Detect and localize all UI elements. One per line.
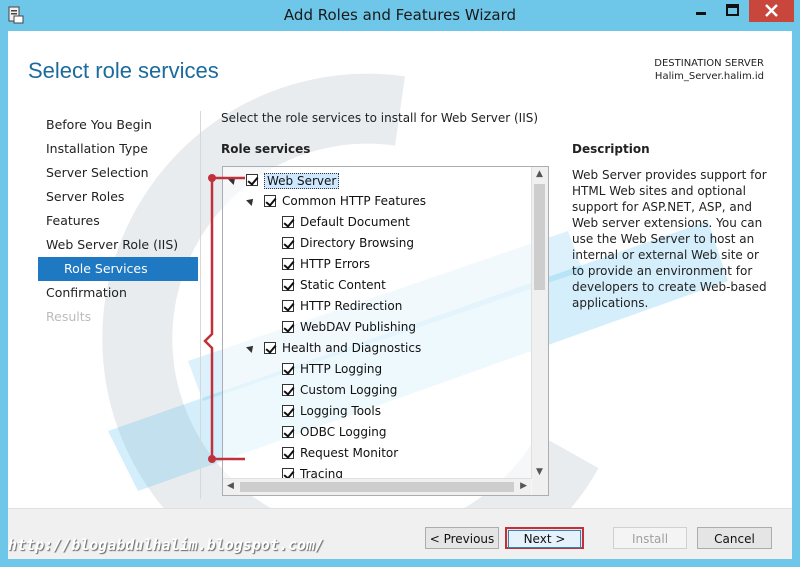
- tree-item-label[interactable]: Directory Browsing: [300, 236, 414, 250]
- tree-item-label[interactable]: Request Monitor: [300, 446, 398, 460]
- tree-item-label[interactable]: WebDAV Publishing: [300, 320, 416, 334]
- expand-collapse-icon[interactable]: [246, 343, 256, 353]
- window-title: Add Roles and Features Wizard: [283, 6, 517, 24]
- tree-row[interactable]: Default Document: [223, 213, 531, 234]
- tree-row[interactable]: Static Content: [223, 276, 531, 297]
- install-button: Install: [613, 527, 687, 549]
- tree-row[interactable]: HTTP Errors: [223, 255, 531, 276]
- tree-item-label[interactable]: Static Content: [300, 278, 386, 292]
- maximize-icon: [726, 4, 739, 16]
- tree-row[interactable]: Web Server: [223, 171, 531, 192]
- scroll-left-icon[interactable]: ◀: [227, 481, 234, 491]
- nav-item-before-you-begin[interactable]: Before You Begin: [38, 113, 198, 137]
- destination-server-label: DESTINATION SERVER: [654, 58, 764, 69]
- nav-item-installation-type[interactable]: Installation Type: [38, 137, 198, 161]
- nav-item-role-services[interactable]: Role Services: [38, 257, 198, 281]
- wizard-client-area: Select role services DESTINATION SERVER …: [8, 31, 792, 559]
- tree-item-label[interactable]: Default Document: [300, 215, 410, 229]
- nav-item-web-server-role[interactable]: Web Server Role (IIS): [38, 233, 198, 257]
- nav-item-confirmation[interactable]: Confirmation: [38, 281, 198, 305]
- tree-row[interactable]: Custom Logging: [223, 381, 531, 402]
- tree-row[interactable]: Directory Browsing: [223, 234, 531, 255]
- tree-item-label[interactable]: HTTP Redirection: [300, 299, 402, 313]
- blog-url-watermark: http://blogabdulhalim.blogspot.com/: [8, 536, 325, 554]
- tree-item-label[interactable]: Common HTTP Features: [282, 194, 426, 208]
- destination-server-info: DESTINATION SERVER Halim_Server.halim.id: [654, 57, 764, 83]
- tree-viewport: Web Server Common HTTP Features Default Do…: [223, 167, 531, 479]
- checkbox[interactable]: [282, 237, 294, 249]
- tree-row[interactable]: HTTP Redirection: [223, 297, 531, 318]
- horizontal-scrollbar[interactable]: ◀ ▶: [223, 478, 531, 495]
- checkbox[interactable]: [282, 279, 294, 291]
- maximize-button[interactable]: [717, 0, 749, 22]
- tree-row[interactable]: ODBC Logging: [223, 423, 531, 444]
- instruction-text: Select the role services to install for …: [221, 111, 539, 125]
- tree-row[interactable]: Request Monitor: [223, 444, 531, 465]
- nav-item-server-roles[interactable]: Server Roles: [38, 185, 198, 209]
- checkbox[interactable]: [282, 363, 294, 375]
- scrollbar-corner: [532, 479, 548, 495]
- tree-item-label[interactable]: HTTP Errors: [300, 257, 370, 271]
- expand-collapse-icon[interactable]: [246, 196, 256, 206]
- checkbox[interactable]: [282, 300, 294, 312]
- minimize-button[interactable]: [685, 0, 717, 22]
- tree-item-label[interactable]: HTTP Logging: [300, 362, 382, 376]
- tree-row[interactable]: Logging Tools: [223, 402, 531, 423]
- tree-row[interactable]: Health and Diagnostics: [223, 339, 531, 360]
- scroll-right-icon[interactable]: ▶: [520, 481, 527, 491]
- checkbox[interactable]: [282, 426, 294, 438]
- checkbox[interactable]: [246, 174, 258, 186]
- tree-item-label[interactable]: Custom Logging: [300, 383, 397, 397]
- description-text: Web Server provides support for HTML Web…: [572, 168, 767, 310]
- role-services-tree[interactable]: Web Server Common HTTP Features Default Do…: [222, 166, 549, 496]
- vertical-scrollbar[interactable]: ▲ ▼: [531, 167, 548, 479]
- checkbox[interactable]: [282, 321, 294, 333]
- scroll-down-icon[interactable]: ▼: [536, 467, 543, 477]
- close-icon: [765, 4, 778, 17]
- nav-item-results: Results: [46, 309, 92, 324]
- horizontal-scroll-thumb[interactable]: [240, 482, 514, 492]
- scroll-up-icon[interactable]: ▲: [536, 169, 543, 179]
- checkbox[interactable]: [282, 384, 294, 396]
- tree-row[interactable]: WebDAV Publishing: [223, 318, 531, 339]
- title-bar: Add Roles and Features Wizard: [0, 0, 800, 31]
- minimize-icon: [696, 12, 706, 15]
- tree-item-label[interactable]: Logging Tools: [300, 404, 381, 418]
- expand-collapse-icon[interactable]: [228, 175, 238, 185]
- checkbox[interactable]: [264, 195, 276, 207]
- cancel-button[interactable]: Cancel: [697, 527, 772, 549]
- close-button[interactable]: [749, 0, 794, 22]
- checkbox[interactable]: [264, 342, 276, 354]
- description-label: Description: [572, 142, 650, 156]
- checkbox[interactable]: [282, 447, 294, 459]
- wizard-nav: Before You Begin Installation Type Serve…: [38, 113, 198, 329]
- checkbox[interactable]: [282, 405, 294, 417]
- tree-item-label[interactable]: Web Server: [264, 173, 340, 189]
- destination-server-name: Halim_Server.halim.id: [654, 71, 764, 82]
- tree-row[interactable]: HTTP Logging: [223, 360, 531, 381]
- tree-item-label[interactable]: Health and Diagnostics: [282, 341, 421, 355]
- checkbox[interactable]: [282, 216, 294, 228]
- checkbox[interactable]: [282, 258, 294, 270]
- role-services-label: Role services: [221, 142, 311, 156]
- next-button[interactable]: Next >: [505, 527, 584, 549]
- tree-item-label[interactable]: ODBC Logging: [300, 425, 387, 439]
- tree-row[interactable]: Tracing: [223, 465, 531, 479]
- vertical-scroll-thumb[interactable]: [534, 184, 545, 290]
- tree-row[interactable]: Common HTTP Features: [223, 192, 531, 213]
- page-title: Select role services: [28, 58, 219, 83]
- nav-item-server-selection[interactable]: Server Selection: [38, 161, 198, 185]
- nav-item-features[interactable]: Features: [38, 209, 198, 233]
- next-button-label: Next >: [508, 530, 581, 548]
- previous-button[interactable]: < Previous: [425, 527, 499, 549]
- nav-divider: [200, 111, 201, 499]
